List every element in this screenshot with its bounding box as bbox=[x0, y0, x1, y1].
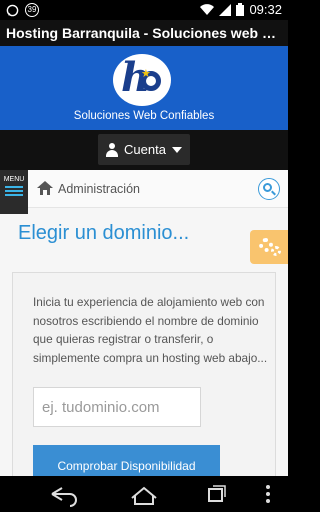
domain-search-card: Inicia tu experiencia de alojamiento web… bbox=[12, 272, 276, 476]
main-content: MENU Administración Elegir un dominio...… bbox=[0, 170, 288, 476]
account-dropdown-button[interactable]: Cuenta bbox=[98, 134, 190, 165]
account-label: Cuenta bbox=[124, 142, 166, 157]
wifi-icon bbox=[200, 3, 215, 15]
breadcrumb: MENU Administración bbox=[0, 170, 288, 214]
menu-label: MENU bbox=[3, 176, 25, 183]
status-bar: 39 09:32 bbox=[0, 0, 288, 20]
caret-down-icon bbox=[171, 146, 182, 153]
back-icon bbox=[51, 487, 77, 507]
account-bar: Cuenta bbox=[0, 130, 288, 170]
menu-toggle-button[interactable]: MENU bbox=[0, 170, 28, 214]
home-nav-button[interactable] bbox=[124, 476, 164, 512]
home-nav-icon bbox=[131, 486, 157, 505]
status-system-icons: 09:32 bbox=[200, 2, 282, 17]
search-button[interactable] bbox=[258, 178, 280, 200]
section-heading: Elegir un dominio... bbox=[18, 222, 190, 244]
hamburger-icon bbox=[5, 186, 23, 196]
signal-icon bbox=[219, 3, 232, 16]
check-availability-button[interactable]: Comprobar Disponibilidad bbox=[33, 445, 220, 476]
status-time: 09:32 bbox=[249, 2, 282, 17]
page-title: Hosting Barranquila - Soluciones web co.… bbox=[0, 20, 288, 46]
recent-apps-icon bbox=[208, 485, 226, 502]
whatsapp-icon bbox=[6, 4, 19, 16]
site-tagline: Soluciones Web Confiables bbox=[73, 110, 215, 122]
site-header: h ★ Soluciones Web Confiables bbox=[0, 46, 288, 130]
gear-small-icon bbox=[271, 246, 281, 256]
notification-badge-icon: 39 bbox=[25, 3, 39, 17]
settings-button[interactable] bbox=[250, 230, 288, 264]
domain-search-description: Inicia tu experiencia de alojamiento web… bbox=[33, 295, 268, 365]
recent-apps-button[interactable] bbox=[196, 476, 236, 512]
home-icon[interactable] bbox=[37, 181, 53, 195]
status-notifications: 39 bbox=[6, 3, 39, 17]
back-button[interactable] bbox=[44, 476, 84, 512]
logo-star-icon: ★ bbox=[141, 68, 151, 80]
overflow-menu-icon bbox=[266, 485, 270, 503]
domain-input[interactable] bbox=[33, 387, 201, 427]
battery-icon bbox=[236, 3, 245, 16]
system-nav-bar bbox=[0, 476, 288, 512]
user-icon bbox=[106, 142, 119, 157]
overflow-menu-button[interactable] bbox=[256, 476, 296, 512]
breadcrumb-current[interactable]: Administración bbox=[58, 182, 140, 196]
site-logo[interactable]: h ★ bbox=[113, 54, 171, 106]
